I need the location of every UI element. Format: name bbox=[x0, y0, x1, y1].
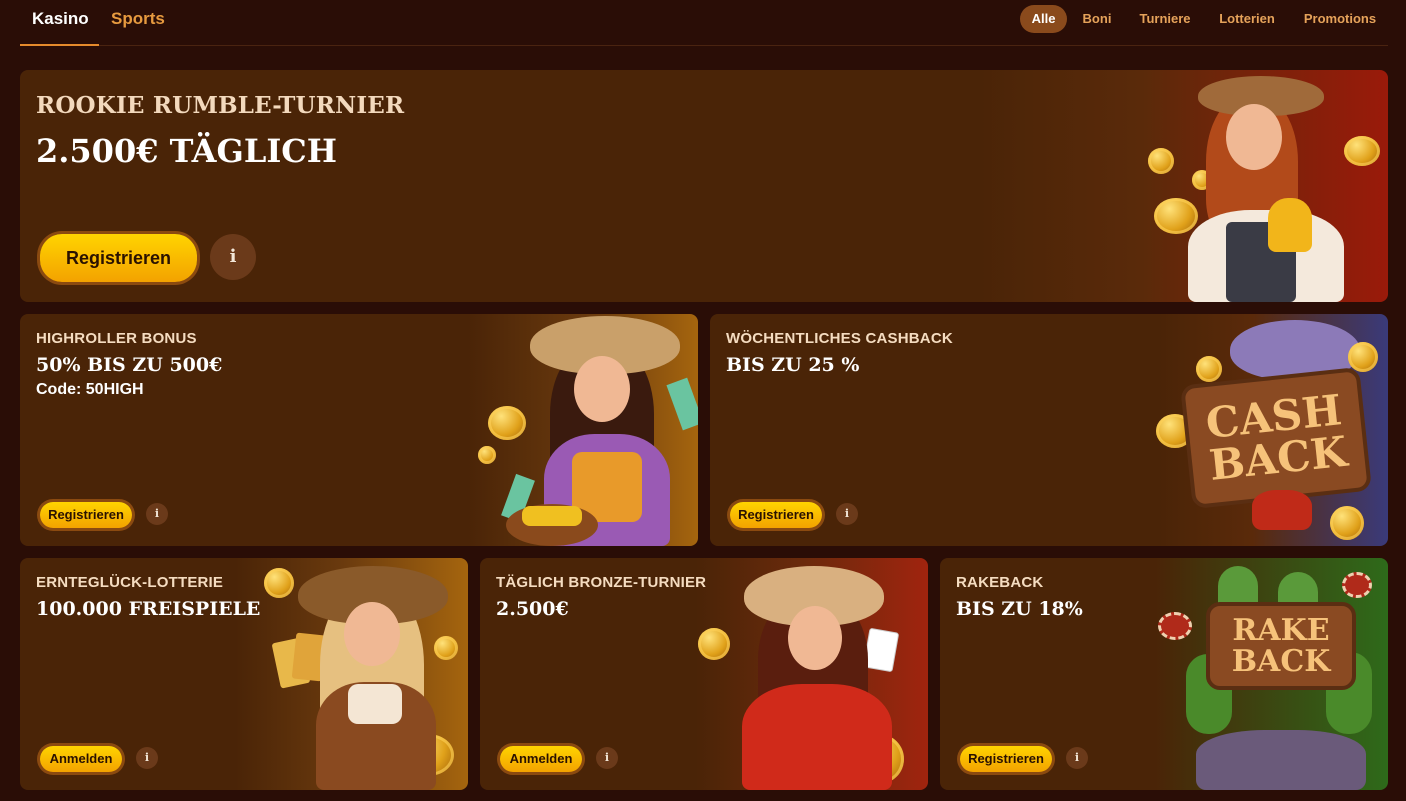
promo-code: Code: 50HIGH bbox=[36, 381, 144, 398]
sign-text-back: BACK bbox=[1231, 644, 1331, 679]
cowgirl-card-illustration bbox=[698, 558, 928, 790]
active-tab-indicator bbox=[20, 44, 99, 46]
card-headline: 100.000 FREISPIELE bbox=[36, 598, 261, 620]
top-nav: Kasino Sports Alle Boni Turniere Lotteri… bbox=[20, 0, 1388, 46]
card-headline: BIS ZU 18% bbox=[956, 598, 1083, 620]
highroller-card: HIGHROLLER BONUS 50% BIS ZU 500€ Code: 5… bbox=[20, 314, 698, 546]
card-eyebrow: TÄGLICH BRONZE-TURNIER bbox=[496, 574, 707, 591]
cowgirl-lottery-illustration bbox=[258, 558, 468, 790]
filter-boni[interactable]: Boni bbox=[1076, 5, 1118, 33]
card-eyebrow: HIGHROLLER BONUS bbox=[36, 330, 197, 347]
tab-kasino[interactable]: Kasino bbox=[32, 9, 89, 29]
card-eyebrow: WÖCHENTLICHES CASHBACK bbox=[726, 330, 953, 347]
cowgirl-trophy-illustration bbox=[1148, 70, 1388, 302]
cashback-sign-illustration: CASH BACK bbox=[1152, 314, 1388, 546]
sign-text-back: BACK bbox=[1206, 426, 1350, 490]
info-icon[interactable]: i bbox=[210, 234, 256, 280]
login-button[interactable]: Anmelden bbox=[40, 746, 122, 772]
cowgirl-gold-illustration bbox=[478, 314, 698, 546]
hero-register-button[interactable]: Registrieren bbox=[40, 234, 197, 282]
hero-eyebrow: ROOKIE RUMBLE-TURNIER bbox=[36, 92, 405, 119]
rakeback-cactus-illustration: RAKE BACK bbox=[1156, 558, 1388, 790]
filter-alle[interactable]: Alle bbox=[1020, 5, 1067, 33]
card-headline: BIS ZU 25 % bbox=[726, 354, 860, 376]
info-icon[interactable]: i bbox=[136, 747, 158, 769]
card-eyebrow: RAKEBACK bbox=[956, 574, 1044, 591]
register-button[interactable]: Registrieren bbox=[40, 502, 132, 528]
register-button[interactable]: Registrieren bbox=[960, 746, 1052, 772]
card-headline: 50% BIS ZU 500€ bbox=[36, 354, 223, 376]
rakeback-card: RAKEBACK BIS ZU 18% Registrieren i RAKE … bbox=[940, 558, 1388, 790]
sign-text-rake: RAKE bbox=[1232, 612, 1330, 648]
filter-lotterien[interactable]: Lotterien bbox=[1213, 5, 1281, 33]
register-button[interactable]: Registrieren bbox=[730, 502, 822, 528]
cashback-card: WÖCHENTLICHES CASHBACK BIS ZU 25 % Regis… bbox=[710, 314, 1388, 546]
filter-turniere[interactable]: Turniere bbox=[1133, 5, 1197, 33]
bronze-tournament-card: TÄGLICH BRONZE-TURNIER 2.500€ Anmelden i bbox=[480, 558, 928, 790]
hero-promo-card: ROOKIE RUMBLE-TURNIER 2.500€ TÄGLICH Reg… bbox=[20, 70, 1388, 302]
filter-promotions[interactable]: Promotions bbox=[1298, 5, 1382, 33]
tab-sports[interactable]: Sports bbox=[111, 9, 165, 29]
info-icon[interactable]: i bbox=[146, 503, 168, 525]
info-icon[interactable]: i bbox=[836, 503, 858, 525]
card-headline: 2.500€ bbox=[496, 598, 569, 620]
info-icon[interactable]: i bbox=[1066, 747, 1088, 769]
info-icon[interactable]: i bbox=[596, 747, 618, 769]
card-eyebrow: ERNTEGLÜCK-LOTTERIE bbox=[36, 574, 224, 591]
hero-headline: 2.500€ TÄGLICH bbox=[36, 132, 337, 170]
login-button[interactable]: Anmelden bbox=[500, 746, 582, 772]
lottery-card: ERNTEGLÜCK-LOTTERIE 100.000 FREISPIELE A… bbox=[20, 558, 468, 790]
